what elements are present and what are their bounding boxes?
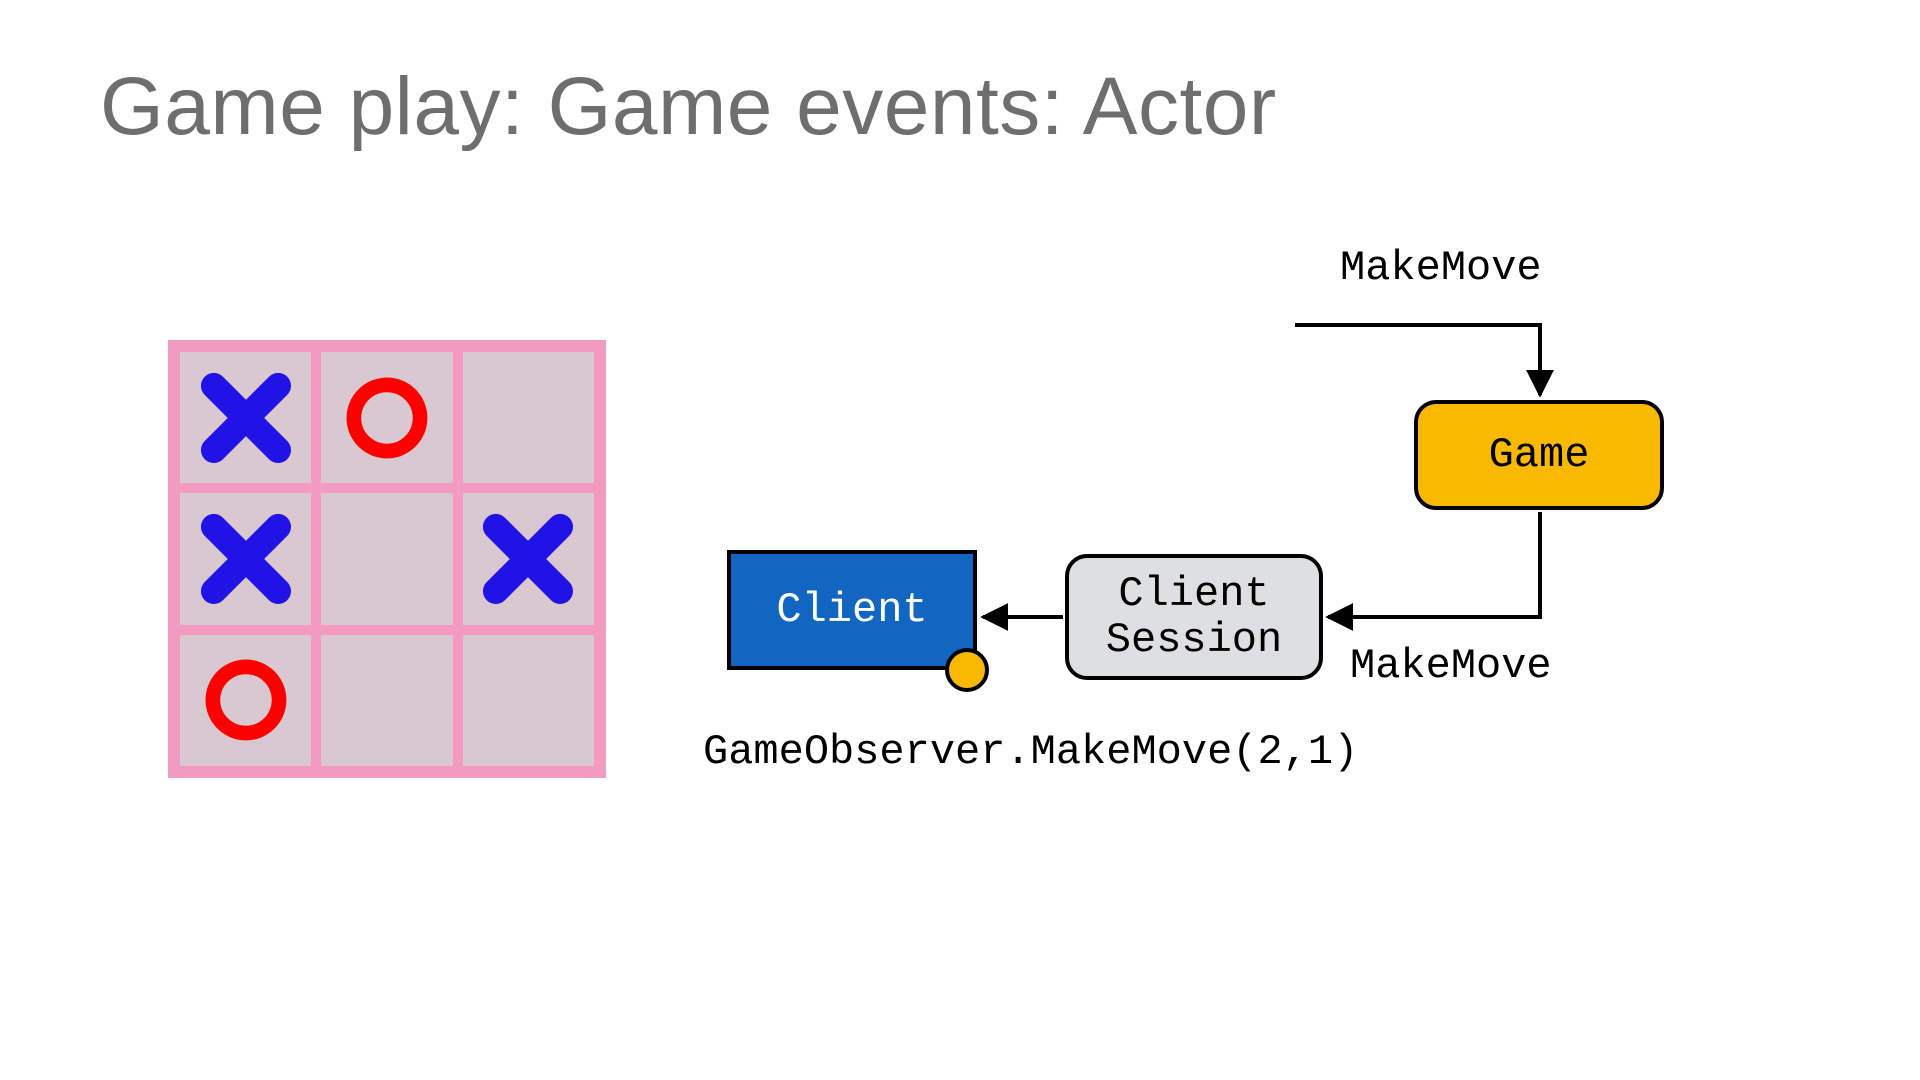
board-cell bbox=[180, 352, 311, 483]
board-cell bbox=[180, 493, 311, 624]
board-cell bbox=[321, 352, 452, 483]
tictactoe-board bbox=[168, 340, 606, 778]
node-client: Client bbox=[727, 550, 977, 670]
board-cell bbox=[463, 352, 594, 483]
board-cell bbox=[180, 635, 311, 766]
x-icon bbox=[200, 513, 292, 605]
node-session-line2: Session bbox=[1106, 616, 1282, 664]
node-session-line1: Client bbox=[1118, 570, 1269, 618]
board-cell bbox=[321, 493, 452, 624]
node-client-session: Client Session bbox=[1065, 554, 1323, 680]
label-observer-call: GameObserver.MakeMove(2,1) bbox=[703, 728, 1358, 776]
client-port-icon bbox=[945, 648, 989, 692]
label-makemove-top: MakeMove bbox=[1340, 244, 1542, 292]
o-icon bbox=[200, 654, 292, 746]
slide: Game play: Game events: Actor bbox=[0, 0, 1920, 1080]
board-cell bbox=[463, 493, 594, 624]
o-icon bbox=[341, 372, 433, 464]
board-grid bbox=[180, 352, 594, 766]
actor-diagram: MakeMove MakeMove GameObserver.MakeMove(… bbox=[700, 230, 1700, 830]
label-makemove-bottom: MakeMove bbox=[1350, 642, 1552, 690]
x-icon bbox=[200, 372, 292, 464]
slide-title: Game play: Game events: Actor bbox=[100, 60, 1277, 154]
board-cell bbox=[321, 635, 452, 766]
node-game: Game bbox=[1414, 400, 1664, 510]
board-cell bbox=[463, 635, 594, 766]
x-icon bbox=[482, 513, 574, 605]
